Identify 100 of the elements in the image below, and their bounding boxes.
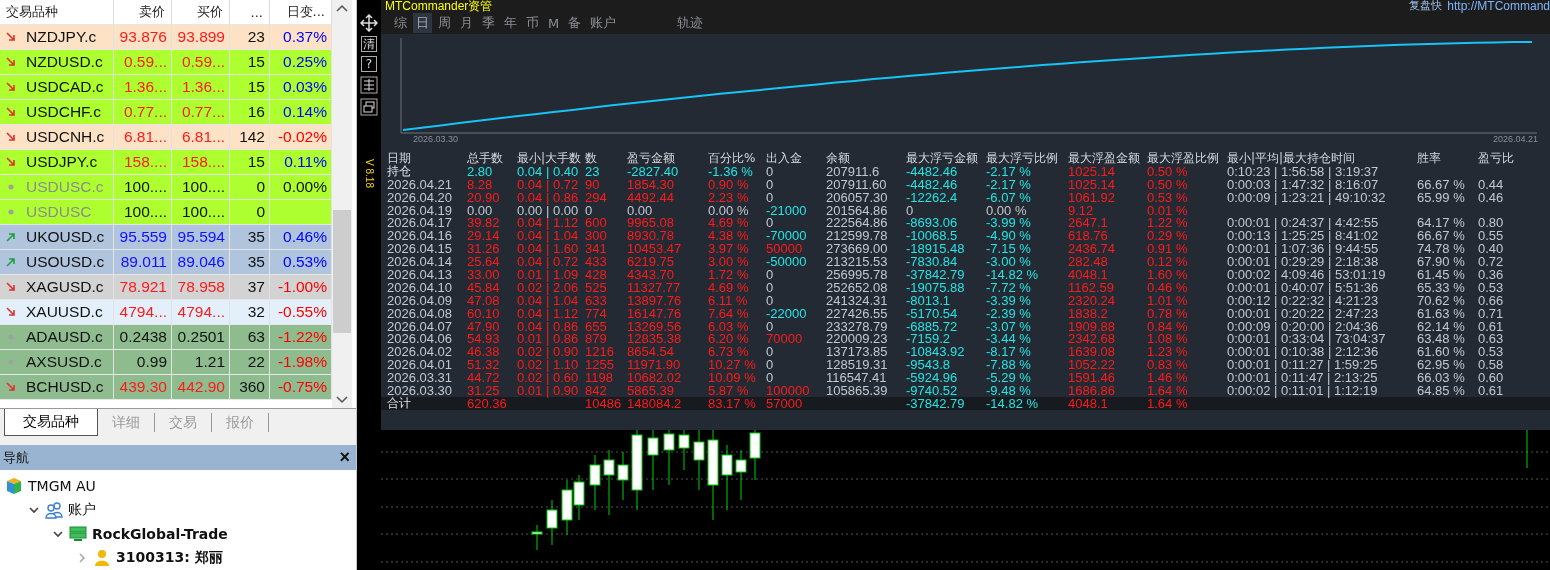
tool-button[interactable]: ?: [361, 56, 377, 72]
table-cell-text: 13897.76: [627, 293, 683, 307]
table-cell-text: 1052.22: [1068, 358, 1116, 372]
ask-price: 0.59...: [172, 50, 230, 74]
table-cell-text: 620.36: [467, 396, 508, 410]
table-cell-text: -8693.06: [906, 216, 959, 230]
down-arrow-icon: [6, 57, 16, 67]
replay-label: 复盘快: [1409, 0, 1443, 12]
table-cell-text: 0.58: [1478, 358, 1505, 372]
table-cell-text: 227426.55: [826, 306, 889, 320]
table-cell-text: 0.90 %: [708, 177, 750, 191]
table-cell-text: 633: [585, 293, 608, 307]
table-cell-text: 6.11 %: [708, 293, 749, 307]
tree-item[interactable]: RockGlobal-Trade: [92, 526, 228, 542]
table-cell-text: 1198: [585, 371, 614, 385]
table-cell-text: 1909.88: [1068, 319, 1116, 333]
table-cell-text: 233278.79: [826, 319, 889, 333]
table-cell-text: 0:00:02 | 0:11:01 | 1:12:19: [1227, 384, 1379, 398]
period-tab[interactable]: 季: [479, 13, 498, 33]
table-cell-text: 879: [585, 332, 608, 346]
column-header[interactable]: ...: [230, 0, 270, 24]
spread-value: 16: [230, 100, 270, 124]
period-tab[interactable]: 周: [435, 13, 454, 33]
table-cell-text: 0.53 %: [1147, 190, 1189, 204]
table-cell-text: 64.85 %: [1417, 384, 1466, 398]
table-cell-text: 2026.04.20: [387, 190, 454, 204]
restore-icon[interactable]: [360, 98, 378, 116]
grid-icon[interactable]: [360, 76, 378, 94]
table-cell-text: 0.61: [1478, 319, 1505, 333]
table-cell-text: 0:00:02 | 4:09:46 | 53:01:19: [1227, 268, 1387, 281]
table-cell-text: 0:00:09 | 0:20:00 | 2:04:36: [1227, 319, 1379, 333]
chevron-down-icon[interactable]: [52, 528, 64, 540]
table-cell-text: 65.33 %: [1417, 280, 1466, 294]
spread-value: 35: [230, 225, 270, 249]
website-link[interactable]: http://MTCommand: [1447, 0, 1550, 12]
table-cell-text: 持仓: [387, 164, 412, 178]
spread-value: 37: [230, 275, 270, 299]
column-header: 最大浮亏比例: [986, 152, 1059, 165]
table-cell-text: 1.22 %: [1147, 216, 1189, 230]
table-cell-text: 6219.75: [627, 255, 675, 269]
daily-change: 0.53%: [283, 253, 327, 271]
table-cell-text: 2026.04.10: [387, 280, 454, 294]
symbol-name: BCHUSD.c: [26, 378, 104, 396]
ask-price: 93.899: [172, 25, 230, 49]
tree-item[interactable]: TMGM AU: [28, 478, 96, 494]
period-tab[interactable]: 币: [523, 13, 542, 33]
column-header[interactable]: 卖价: [114, 0, 172, 24]
table-cell-text: 0.63: [1478, 332, 1505, 346]
table-cell-text: 4048.1: [1068, 396, 1109, 410]
period-tab[interactable]: 日: [413, 13, 432, 33]
table-cell-text: 0.04 | 1.60: [517, 242, 580, 256]
table-cell-text: 1061.92: [1068, 190, 1116, 204]
period-tab[interactable]: 轨迹: [674, 13, 707, 33]
table-cell-text: 61.45 %: [1417, 268, 1466, 281]
table-cell-text: 11971.90: [627, 358, 682, 372]
period-tab[interactable]: 账户: [587, 13, 620, 33]
spread-value: 22: [230, 350, 270, 374]
table-cell-text: -7.72 %: [986, 280, 1032, 294]
table-cell-text: 61.60 %: [1417, 345, 1466, 359]
scrollbar-thumb[interactable]: [333, 210, 351, 333]
table-cell-text: 2026.04.19: [387, 203, 454, 217]
table-cell-text: 1025.14: [1068, 164, 1115, 178]
scroll-down-icon[interactable]: [336, 396, 348, 405]
table-cell-text: 252652.08: [826, 280, 889, 294]
table-cell-text: -3.39 %: [986, 293, 1032, 307]
period-tab[interactable]: 备: [565, 13, 585, 33]
daily-change: -1.98%: [277, 353, 327, 371]
table-cell-text: 0:00:01 | 0:20:22 | 2:47:23: [1227, 306, 1380, 320]
scroll-up-icon[interactable]: [336, 4, 348, 12]
table-cell-text: 7.64 %: [708, 306, 750, 320]
table-cell-text: 0.04 | 1.04: [517, 229, 580, 243]
down-arrow-icon: [6, 82, 16, 92]
dot-icon: [6, 357, 16, 367]
table-cell-text: -3.00 %: [986, 255, 1032, 269]
period-tab[interactable]: 综: [391, 13, 410, 33]
tool-button[interactable]: 清: [361, 36, 377, 52]
period-tab[interactable]: 年: [501, 13, 520, 33]
period-tab[interactable]: 月: [457, 13, 476, 33]
table-cell-text: 3.97 %: [708, 242, 750, 256]
bid-price: 95.559: [114, 225, 172, 249]
chevron-down-icon[interactable]: [28, 504, 40, 516]
column-header[interactable]: 交易品种: [0, 0, 114, 24]
table-cell-text: 2647.1: [1068, 216, 1109, 230]
period-tab[interactable]: M: [545, 14, 563, 32]
table-cell-text: -37842.79: [906, 268, 966, 281]
column-header[interactable]: 买价: [172, 0, 230, 24]
symbol-name: USDCNH.c: [26, 128, 105, 146]
table-cell-text: 44.72: [467, 371, 501, 385]
table-cell-text: -10068.5: [906, 229, 959, 243]
table-cell-text: 2026.04.13: [387, 268, 454, 281]
table-cell-text: 0.84 %: [1147, 319, 1189, 333]
close-button[interactable]: ×: [339, 447, 350, 468]
table-cell-text: 0.01 | 1.09: [517, 268, 580, 281]
user-icon: [92, 548, 112, 568]
table-cell-text: 11327.77: [627, 280, 682, 294]
tree-item[interactable]: 账户: [68, 501, 96, 519]
tree-item[interactable]: 3100313: 郑丽: [116, 549, 223, 567]
move-icon[interactable]: [360, 14, 378, 32]
table-cell-text: 70000: [766, 332, 804, 346]
tab[interactable]: 交易品种: [4, 409, 98, 436]
